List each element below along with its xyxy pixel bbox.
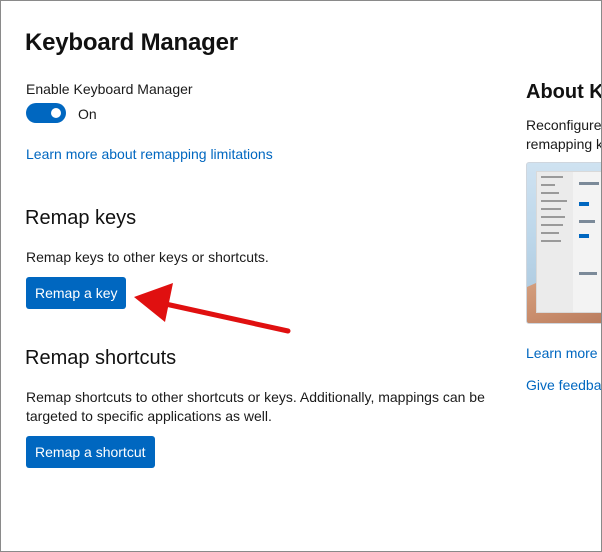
settings-window: Keyboard Manager Enable Keyboard Manager… (0, 0, 602, 552)
annotation-arrow-shaft (158, 300, 291, 334)
annotation-arrow (134, 283, 291, 334)
annotation-arrow-head (134, 283, 173, 322)
